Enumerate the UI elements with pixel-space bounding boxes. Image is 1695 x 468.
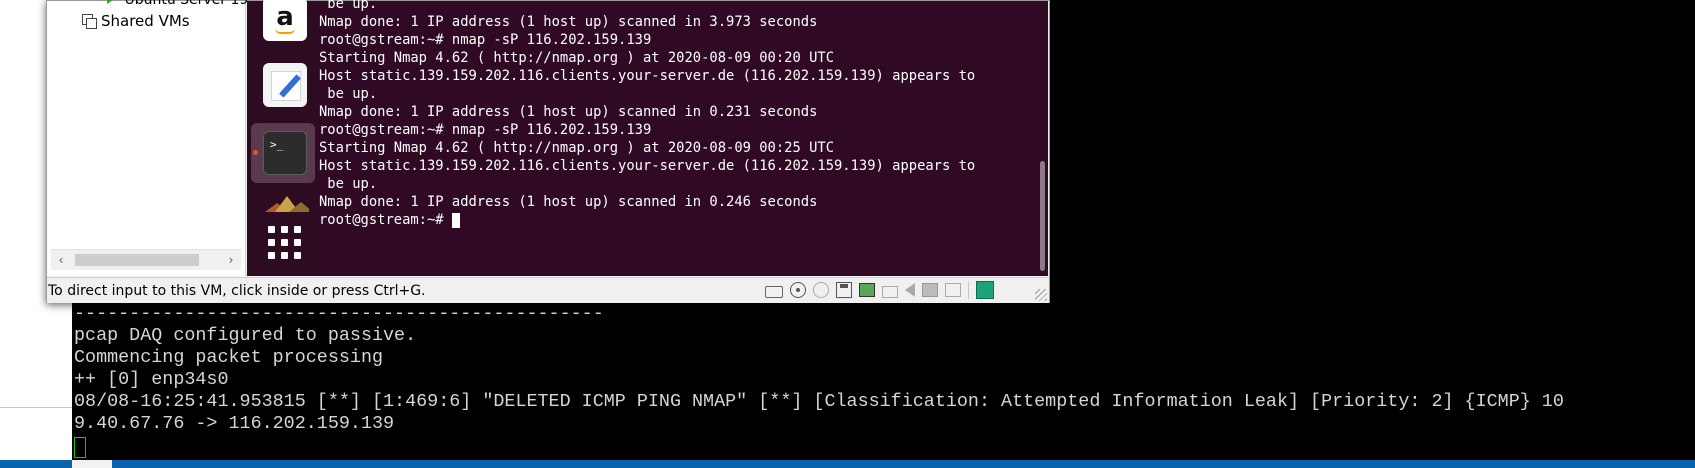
guest-terminal-prompt: root@gstream:~#	[319, 212, 452, 228]
mountain-peak-icon	[289, 202, 309, 212]
scroll-left-arrow-icon[interactable]: ‹	[53, 252, 69, 268]
guest-terminal-prompt-line: root@gstream:~#	[319, 211, 975, 229]
vm-library-item-label: Ubuntu Server 19	[124, 0, 249, 8]
taskbar-active-item[interactable]	[72, 460, 112, 468]
app-grid-dot	[294, 226, 301, 233]
cd-dvd-secondary-icon[interactable]	[813, 282, 829, 298]
shared-vms-label: Shared VMs	[101, 12, 190, 30]
floppy-icon[interactable]	[836, 282, 852, 298]
usb-device-icon[interactable]	[922, 283, 938, 297]
terminal-icon[interactable]: >_	[263, 131, 307, 175]
network-adapter-icon[interactable]	[859, 283, 875, 297]
app-grid-dot	[268, 226, 275, 233]
guest-terminal-line: Starting Nmap 4.62 ( http://nmap.org ) a…	[319, 140, 834, 156]
text-editor-icon[interactable]	[263, 63, 307, 107]
guest-terminal-line: Host static.139.159.202.116.clients.your…	[319, 68, 976, 84]
vm-running-icon	[107, 0, 116, 4]
host-terminal-line: pcap DAQ configured to passive.	[74, 325, 417, 346]
vm-window[interactable]: Ubuntu Server 19 Shared VMs ‹ › a >_ be …	[46, 0, 1050, 303]
scroll-right-arrow-icon[interactable]: ›	[223, 252, 239, 268]
running-indicator-icon	[253, 150, 258, 155]
scrollbar-thumb[interactable]	[75, 254, 199, 266]
printer-icon[interactable]	[882, 286, 898, 298]
status-hint: To direct input to this VM, click inside…	[48, 283, 426, 299]
guest-terminal-line: Host static.139.159.202.116.clients.your…	[319, 158, 976, 174]
guest-terminal-line: root@gstream:~# nmap -sP 116.202.159.139	[319, 122, 652, 138]
amazon-smile-icon	[275, 28, 295, 34]
cd-dvd-icon[interactable]	[790, 282, 806, 298]
guest-terminal-line: be up.	[319, 86, 378, 102]
shared-vms-icon	[82, 14, 97, 29]
guest-terminal-output: be up. Nmap done: 1 IP address (1 host u…	[319, 0, 975, 229]
window-resize-grip-icon[interactable]	[1035, 289, 1047, 301]
vm-library-item-shared-vms[interactable]: Shared VMs	[82, 12, 190, 30]
host-terminal-line: Commencing packet processing	[74, 347, 384, 368]
host-terminal-line: ----------------------------------------…	[74, 303, 604, 324]
hard-disk-icon[interactable]	[765, 286, 783, 298]
display-device-icon[interactable]	[945, 283, 961, 297]
host-terminal-line: 08/08-16:25:41.953815 [**] [1:469:6] "DE…	[74, 391, 1564, 412]
guest-terminal-line: Nmap done: 1 IP address (1 host up) scan…	[319, 194, 818, 210]
host-terminal-output: ----------------------------------------…	[74, 303, 1564, 458]
guest-terminal-line: Starting Nmap 4.62 ( http://nmap.org ) a…	[319, 50, 834, 66]
show-applications-icon[interactable]	[268, 226, 304, 262]
app-grid-dot	[268, 252, 275, 259]
guest-terminal-line: Nmap done: 1 IP address (1 host up) scan…	[319, 104, 818, 120]
host-taskbar[interactable]	[0, 460, 1695, 468]
host-terminal-line: ++ [0] enp34s0	[74, 369, 229, 390]
app-grid-dot	[281, 239, 288, 246]
guest-terminal-line: root@gstream:~# nmap -sP 116.202.159.139	[319, 32, 652, 48]
terminal-icon-prompt: >_	[270, 138, 284, 151]
host-terminal-cursor-line	[74, 435, 1564, 458]
vm-status-bar: To direct input to this VM, click inside…	[47, 277, 1049, 303]
guest-terminal-line: be up.	[319, 176, 378, 192]
status-divider	[968, 281, 969, 299]
ubuntu-dock: a >_	[247, 0, 317, 276]
host-terminal-cursor	[74, 437, 86, 458]
app-grid-dot	[294, 252, 301, 259]
app-grid-dot	[281, 252, 288, 259]
host-divider	[0, 407, 72, 408]
message-log-icon[interactable]	[976, 281, 994, 299]
vm-library-panel[interactable]: Ubuntu Server 19 Shared VMs ‹ ›	[47, 0, 248, 276]
guest-scrollbar-thumb[interactable]	[1040, 161, 1045, 271]
guest-screen[interactable]: a >_ be up. Nmap done: 1 IP address (1 h…	[247, 0, 1048, 276]
host-terminal-line: 9.40.67.76 -> 116.202.159.139	[74, 413, 395, 434]
image-viewer-icon[interactable]	[265, 194, 309, 212]
library-horizontal-scrollbar[interactable]: ‹ ›	[51, 249, 241, 270]
app-grid-dot	[268, 239, 275, 246]
guest-terminal-scrollbar[interactable]	[1037, 1, 1048, 276]
guest-terminal-cursor	[451, 212, 460, 228]
device-status-icons	[765, 281, 994, 299]
sound-card-icon[interactable]	[905, 283, 915, 297]
guest-terminal-line: Nmap done: 1 IP address (1 host up) scan…	[319, 14, 818, 30]
app-grid-dot	[294, 239, 301, 246]
guest-terminal-line: be up.	[319, 0, 378, 12]
amazon-icon[interactable]: a	[263, 0, 307, 41]
app-grid-dot	[281, 226, 288, 233]
guest-terminal[interactable]: be up. Nmap done: 1 IP address (1 host u…	[317, 0, 1037, 276]
vm-library-item-ubuntu-server[interactable]: Ubuntu Server 19	[107, 0, 248, 8]
